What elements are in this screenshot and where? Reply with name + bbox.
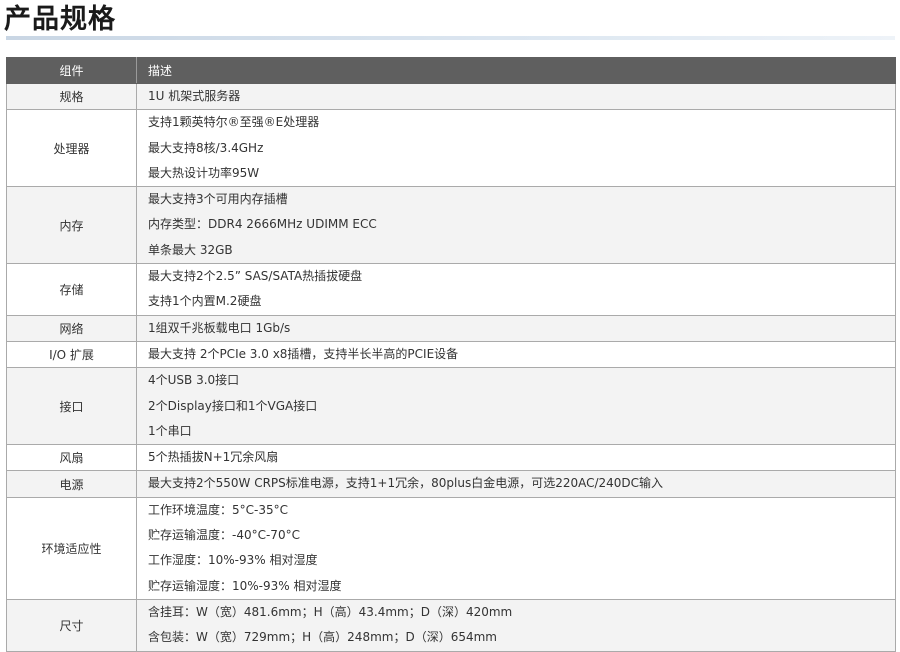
table-row: 规格 1U 机架式服务器 xyxy=(6,82,896,111)
table-row: 网络 1组双千兆板载电口 1Gb/s xyxy=(6,314,896,342)
component-cell: I/O 扩展 xyxy=(6,340,137,369)
description-line: 支持1个内置M.2硬盘 xyxy=(148,294,262,309)
description-line: 最大支持3个可用内存插槽 xyxy=(148,192,288,207)
description-line: 内存类型：DDR4 2666MHz UDIMM ECC xyxy=(148,217,377,232)
table-row: 风扇 5个热插拔N+1冗余风扇 xyxy=(6,444,896,472)
description-cell: 最大支持 2个PCIe 3.0 x8插槽，支持半长半高的PCIE设备 xyxy=(136,340,896,369)
description-line: 最大支持8核/3.4GHz xyxy=(148,140,264,155)
description-line: 工作湿度：10%-93% 相对湿度 xyxy=(148,553,318,568)
component-cell: 电源 xyxy=(6,470,137,498)
description-line: 最大支持2个550W CRPS标准电源，支持1+1冗余，80plus白金电源，可… xyxy=(148,476,664,491)
description-cell: 工作环境温度：5°C-35°C 贮存运输温度：-40°C-70°C 工作湿度：10%… xyxy=(136,496,896,600)
spec-table-body: 规格 1U 机架式服务器 处理器 支持1颗英特尔®至强®E处理器 最大支持8核/3.4G… xyxy=(6,82,896,652)
component-cell: 存储 xyxy=(6,263,137,316)
component-cell: 风扇 xyxy=(6,444,137,472)
description-line: 贮存运输湿度：10%-93% 相对湿度 xyxy=(148,578,342,593)
description-line: 1个串口 xyxy=(148,423,192,438)
table-header-row: 组件 描述 xyxy=(6,57,896,84)
component-cell: 环境适应性 xyxy=(6,496,137,600)
description-cell: 1U 机架式服务器 xyxy=(136,82,896,111)
description-line: 最大支持2个2.5” SAS/SATA热插拔硬盘 xyxy=(148,269,363,284)
table-row: 存储 最大支持2个2.5” SAS/SATA热插拔硬盘 支持1个内置M.2硬盘 xyxy=(6,263,896,316)
description-line: 最大支持 2个PCIe 3.0 x8插槽，支持半长半高的PCIE设备 xyxy=(148,346,459,361)
description-line: 1U 机架式服务器 xyxy=(148,89,241,103)
description-line: 贮存运输温度：-40°C-70°C xyxy=(148,528,300,543)
header-description: 描述 xyxy=(136,57,896,84)
description-cell: 最大支持2个550W CRPS标准电源，支持1+1冗余，80plus白金电源，可… xyxy=(136,470,896,498)
page-title: 产品规格 xyxy=(4,4,116,35)
table-row: 尺寸 含挂耳：W（宽）481.6mm；H（高）43.4mm；D（深）420mm 含包… xyxy=(6,598,896,652)
description-line: 5个热插拔N+1冗余风扇 xyxy=(148,450,279,465)
component-cell: 规格 xyxy=(6,82,137,111)
spec-table: 组件 描述 规格 1U 机架式服务器 处理器 支持1颗英特尔®至强®E处理器 最大支持8… xyxy=(6,57,896,652)
description-cell: 含挂耳：W（宽）481.6mm；H（高）43.4mm；D（深）420mm 含包装：… xyxy=(136,598,896,652)
description-cell: 最大支持2个2.5” SAS/SATA热插拔硬盘 支持1个内置M.2硬盘 xyxy=(136,263,896,316)
table-row: 电源 最大支持2个550W CRPS标准电源，支持1+1冗余，80plus白金电源… xyxy=(6,470,896,498)
header-component: 组件 xyxy=(6,57,137,84)
component-cell: 网络 xyxy=(6,314,137,342)
table-row: I/O 扩展 最大支持 2个PCIe 3.0 x8插槽，支持半长半高的PCIE设备 xyxy=(6,340,896,369)
component-cell: 接口 xyxy=(6,367,137,446)
component-cell: 内存 xyxy=(6,186,137,265)
description-cell: 支持1颗英特尔®至强®E处理器 最大支持8核/3.4GHz 最大热设计功率95W xyxy=(136,109,896,188)
description-cell: 1组双千兆板载电口 1Gb/s xyxy=(136,314,896,342)
description-cell: 4个USB 3.0接口 2个Display接口和1个VGA接口 1个串口 xyxy=(136,367,896,446)
description-line: 2个Display接口和1个VGA接口 xyxy=(148,398,318,413)
description-line: 1组双千兆板载电口 1Gb/s xyxy=(148,320,291,335)
table-row: 处理器 支持1颗英特尔®至强®E处理器 最大支持8核/3.4GHz 最大热设计功率95… xyxy=(6,109,896,188)
description-line: 工作环境温度：5°C-35°C xyxy=(148,502,288,517)
component-cell: 尺寸 xyxy=(6,598,137,652)
description-line: 最大热设计功率95W xyxy=(148,165,260,180)
description-line: 4个USB 3.0接口 xyxy=(148,373,240,388)
table-row: 接口 4个USB 3.0接口 2个Display接口和1个VGA接口 1个串口 xyxy=(6,367,896,446)
table-row: 环境适应性 工作环境温度：5°C-35°C 贮存运输温度：-40°C-70°C 工作湿… xyxy=(6,496,896,600)
description-line: 含包装：W（宽）729mm；H（高）248mm；D（深）654mm xyxy=(148,630,497,645)
component-cell: 处理器 xyxy=(6,109,137,188)
description-line: 单条最大 32GB xyxy=(148,242,233,257)
description-cell: 5个热插拔N+1冗余风扇 xyxy=(136,444,896,472)
table-row: 内存 最大支持3个可用内存插槽内存类型：DDR4 2666MHz UDIMM EC… xyxy=(6,186,896,265)
description-cell: 最大支持3个可用内存插槽内存类型：DDR4 2666MHz UDIMM ECC 单… xyxy=(136,186,896,265)
description-line: 支持1颗英特尔®至强®E处理器 xyxy=(148,115,320,130)
description-line: 含挂耳：W（宽）481.6mm；H（高）43.4mm；D（深）420mm xyxy=(148,604,513,619)
title-underline xyxy=(6,36,895,40)
